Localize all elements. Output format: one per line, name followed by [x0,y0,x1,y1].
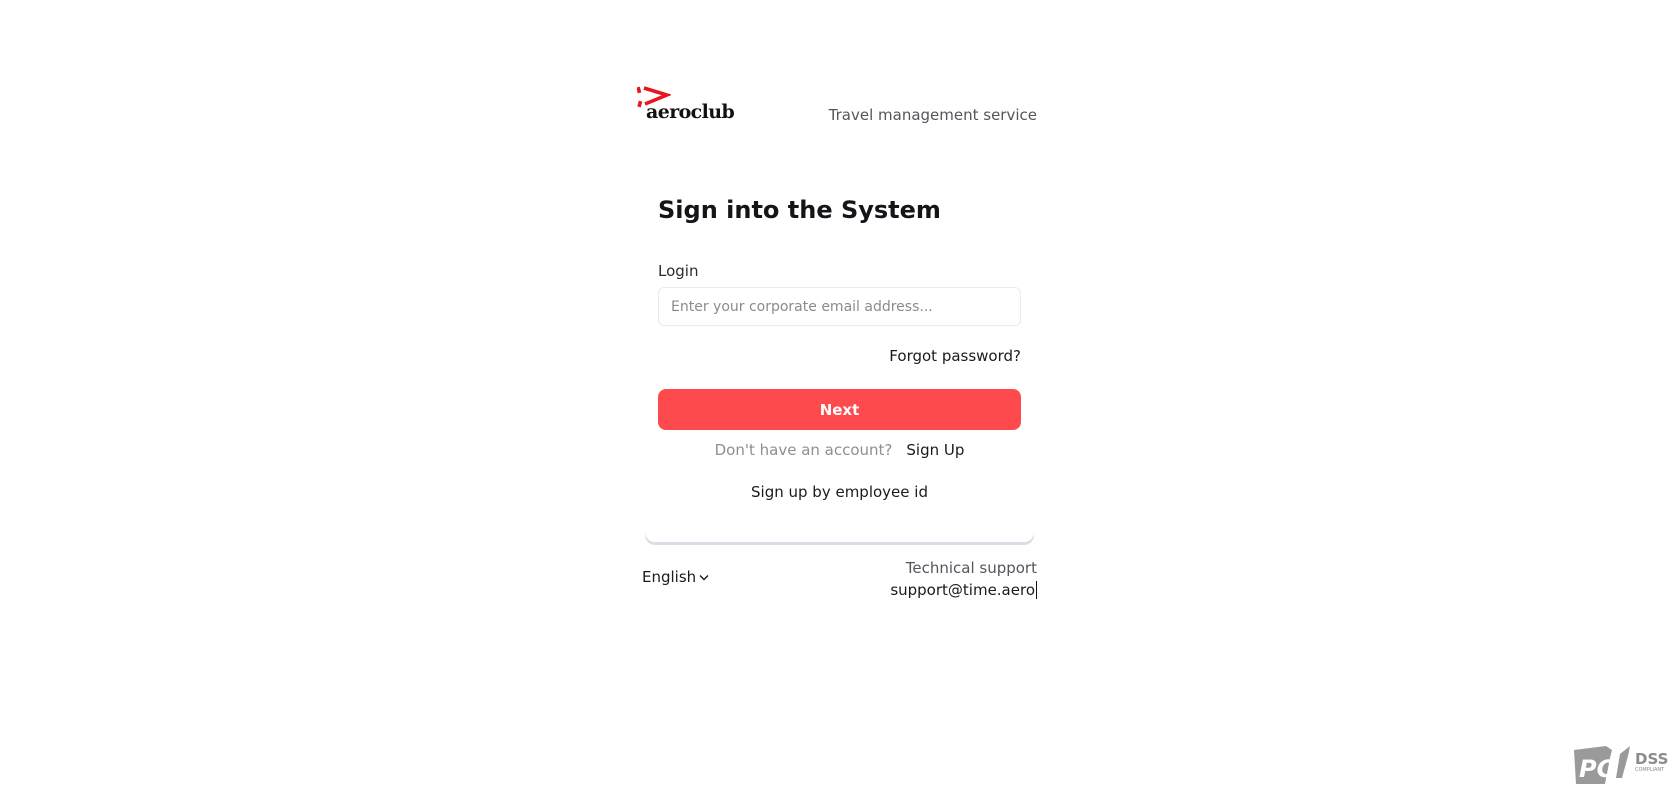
support-email-link[interactable]: support@time.aero [820,581,1037,599]
svg-text:DSS: DSS [1635,750,1668,768]
login-email-input[interactable] [658,287,1021,326]
language-label: English [642,568,697,586]
svg-text:COMPLIANT: COMPLIANT [1635,767,1665,773]
text-caret [1036,581,1037,599]
signup-row: Don't have an account? Sign Up [645,441,1034,459]
login-card: Sign into the System Login Forgot passwo… [645,166,1034,542]
no-account-text: Don't have an account? [714,441,893,459]
support-email-text: support@time.aero [890,581,1035,599]
login-label: Login [658,262,699,280]
login-page: aeroclub Travel management service Sign … [0,0,1680,794]
pci-dss-badge-icon: PCI DSS COMPLIANT [1574,746,1668,784]
chevron-down-icon [699,575,709,581]
sign-up-by-employee-id-link[interactable]: Sign up by employee id [645,483,1034,501]
page-title: Sign into the System [658,196,941,224]
forgot-password-link[interactable]: Forgot password? [889,347,1021,365]
aeroclub-logo: aeroclub [637,84,737,128]
svg-text:PCI: PCI [1579,755,1623,783]
next-button[interactable]: Next [658,389,1021,430]
sign-up-link[interactable]: Sign Up [906,441,964,459]
technical-support-label: Technical support [905,559,1037,577]
logo-wordmark: aeroclub [646,101,735,123]
language-select[interactable]: English [642,568,709,586]
tagline: Travel management service [828,106,1037,124]
